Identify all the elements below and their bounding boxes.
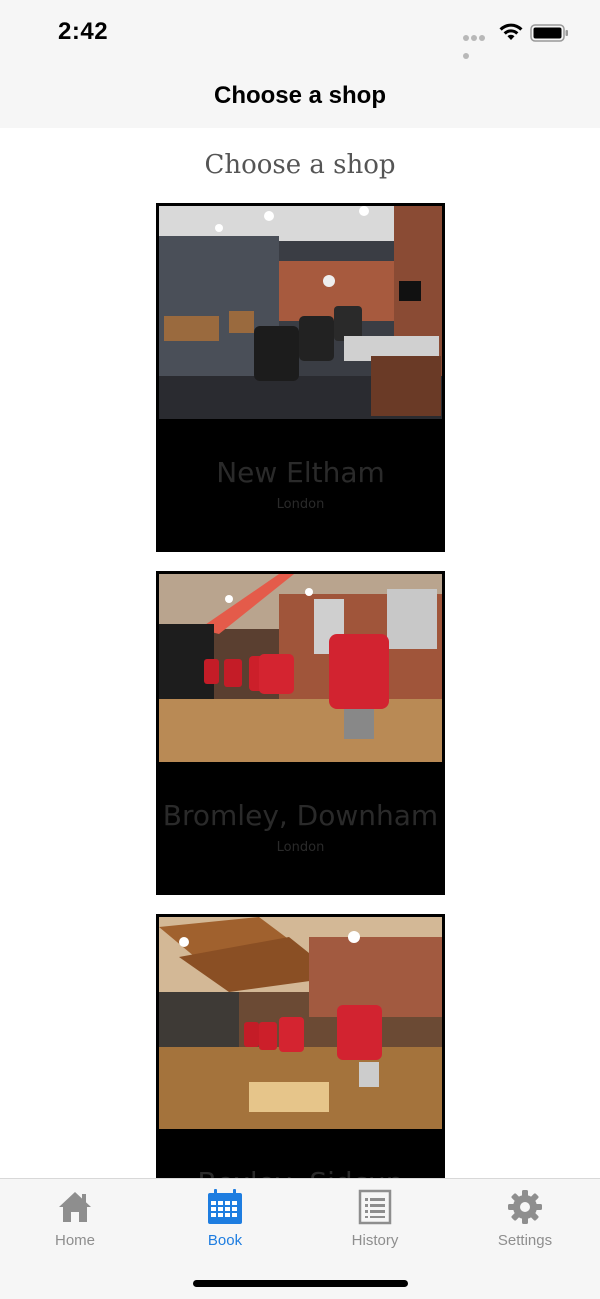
gear-icon — [508, 1190, 542, 1224]
signal-dots-icon — [463, 35, 493, 59]
shop-list[interactable]: Choose a shop New Eltham London Bromley,… — [0, 128, 600, 1178]
shop-city: London — [276, 497, 325, 512]
tab-history[interactable]: History — [300, 1179, 450, 1259]
tab-settings[interactable]: Settings — [450, 1179, 600, 1259]
tab-home[interactable]: Home — [0, 1179, 150, 1259]
shop-name: New Eltham — [216, 456, 385, 489]
shop-name: Bromley, Downham — [162, 799, 439, 832]
shop-photo — [159, 574, 442, 762]
tab-label: Settings — [497, 1232, 553, 1249]
shop-card-bexley-sidcup[interactable]: Bexley, Sidcup — [156, 914, 445, 1178]
page-title: Choose a shop — [204, 150, 396, 180]
tab-label: Home — [54, 1232, 95, 1249]
app-screen: 2:42 Choose a shop Choose a shop New Elt… — [0, 0, 600, 1299]
tab-book[interactable]: Book — [150, 1179, 300, 1259]
calendar-icon — [208, 1189, 242, 1224]
shop-card-new-eltham[interactable]: New Eltham London — [156, 203, 445, 552]
tab-label: History — [351, 1232, 399, 1249]
wifi-icon — [499, 23, 523, 40]
history-icon — [358, 1189, 392, 1225]
shop-name: Bexley, Sidcup — [159, 1166, 442, 1178]
status-time: 2:42 — [58, 18, 109, 45]
navigation-bar: Choose a shop — [0, 64, 600, 128]
nav-title: Choose a shop — [213, 82, 387, 109]
shop-photo — [159, 917, 442, 1129]
battery-icon — [530, 24, 568, 42]
status-bar: 2:42 — [0, 0, 600, 64]
shop-city: London — [276, 840, 325, 855]
home-indicator[interactable] — [193, 1280, 408, 1287]
home-icon — [59, 1192, 91, 1222]
tab-label: Book — [207, 1232, 243, 1249]
shop-card-bromley-downham[interactable]: Bromley, Downham London — [156, 571, 445, 895]
shop-photo — [159, 206, 442, 419]
